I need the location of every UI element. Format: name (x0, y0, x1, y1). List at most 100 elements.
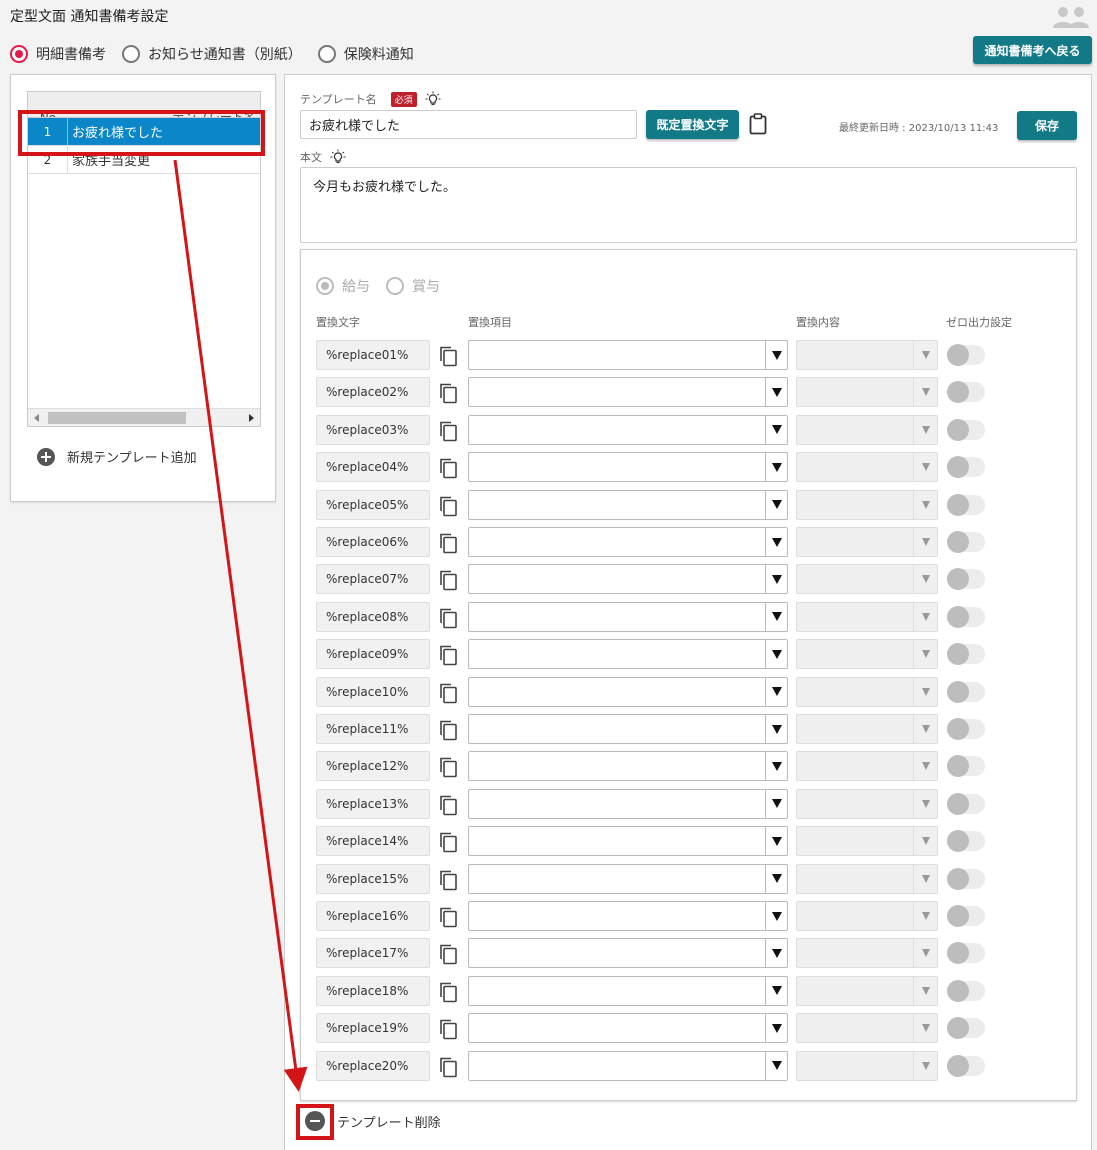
copy-icon[interactable] (438, 1018, 458, 1040)
scrollbar-thumb[interactable] (48, 412, 186, 424)
replace-content-select[interactable] (796, 377, 938, 408)
chevron-down-icon[interactable] (765, 789, 787, 818)
replace-item-select[interactable] (468, 1013, 788, 1044)
chevron-down-icon[interactable] (913, 1014, 937, 1043)
replace-code-field[interactable]: %replace14% (316, 826, 430, 857)
zero-output-toggle[interactable] (947, 942, 985, 965)
replace-content-select[interactable] (796, 340, 938, 370)
chevron-down-icon[interactable] (765, 490, 787, 519)
chevron-down-icon[interactable] (913, 789, 937, 818)
chevron-down-icon[interactable] (765, 902, 787, 930)
zero-output-toggle[interactable] (947, 456, 985, 479)
chevron-down-icon[interactable] (765, 864, 787, 893)
replace-code-field[interactable]: %replace06% (316, 527, 430, 557)
zero-output-toggle[interactable] (947, 792, 985, 815)
replace-content-select[interactable] (796, 901, 938, 931)
chevron-down-icon[interactable] (765, 453, 787, 482)
replace-item-select[interactable] (468, 975, 788, 1006)
replace-item-select[interactable] (468, 788, 788, 819)
copy-icon[interactable] (438, 382, 458, 404)
radio-button[interactable] (386, 277, 404, 295)
replace-item-select[interactable] (468, 414, 788, 445)
zero-output-toggle[interactable] (947, 568, 985, 591)
replace-content-select[interactable] (796, 751, 938, 782)
replace-code-field[interactable]: %replace16% (316, 901, 430, 931)
chevron-down-icon[interactable] (765, 640, 787, 669)
zero-output-toggle[interactable] (947, 905, 985, 927)
replace-content-select[interactable] (796, 1050, 938, 1081)
copy-icon[interactable] (438, 906, 458, 928)
replace-content-select[interactable] (796, 676, 938, 707)
standard-replace-button[interactable]: 既定置換文字 (646, 110, 739, 139)
replace-code-field[interactable]: %replace19% (316, 1013, 430, 1044)
replace-content-select[interactable] (796, 938, 938, 969)
copy-icon[interactable] (438, 682, 458, 704)
replace-content-select[interactable] (796, 639, 938, 670)
replace-item-select[interactable] (468, 938, 788, 969)
save-button[interactable]: 保存 (1017, 111, 1077, 140)
replace-item-select[interactable] (468, 826, 788, 857)
chevron-down-icon[interactable] (765, 528, 787, 556)
zero-output-toggle[interactable] (947, 867, 985, 890)
chevron-down-icon[interactable] (913, 902, 937, 930)
replace-code-field[interactable]: %replace09% (316, 639, 430, 670)
replace-item-select[interactable] (468, 1050, 788, 1081)
replace-item-select[interactable] (468, 714, 788, 744)
zero-output-toggle[interactable] (947, 418, 985, 441)
copy-icon[interactable] (438, 1056, 458, 1078)
scroll-left-icon[interactable] (34, 414, 39, 422)
lightbulb-icon[interactable] (330, 149, 346, 165)
radio-hokenryo[interactable]: 保険料通知 (317, 44, 414, 64)
copy-icon[interactable] (438, 532, 458, 554)
replace-content-select[interactable] (796, 975, 938, 1006)
replace-content-select[interactable] (796, 1013, 938, 1044)
replace-content-select[interactable] (796, 788, 938, 819)
radio-shoyo[interactable]: 賞与 (386, 276, 440, 296)
chevron-down-icon[interactable] (913, 378, 937, 407)
zero-output-toggle[interactable] (947, 680, 985, 703)
zero-output-toggle[interactable] (947, 344, 985, 366)
chevron-down-icon[interactable] (765, 1051, 787, 1080)
body-textarea[interactable]: 今月もお疲れ様でした。 (300, 167, 1077, 243)
replace-content-select[interactable] (796, 826, 938, 857)
chevron-down-icon[interactable] (913, 602, 937, 631)
replace-content-select[interactable] (796, 601, 938, 632)
copy-icon[interactable] (438, 756, 458, 778)
radio-button[interactable] (317, 45, 336, 63)
zero-output-toggle[interactable] (947, 605, 985, 628)
radio-kyuyo[interactable]: 給与 (316, 276, 370, 296)
copy-icon[interactable] (438, 869, 458, 891)
radio-meisai[interactable]: 明細書備考 (10, 44, 106, 64)
replace-content-select[interactable] (796, 414, 938, 445)
copy-icon[interactable] (438, 457, 458, 479)
replace-content-select[interactable] (796, 714, 938, 744)
replace-item-select[interactable] (468, 527, 788, 557)
add-template-button[interactable]: 新規テンプレート追加 (37, 447, 197, 466)
zero-output-toggle[interactable] (947, 1017, 985, 1040)
replace-item-select[interactable] (468, 751, 788, 782)
replace-code-field[interactable]: %replace03% (316, 414, 430, 445)
chevron-down-icon[interactable] (913, 453, 937, 482)
chevron-down-icon[interactable] (765, 976, 787, 1005)
chevron-down-icon[interactable] (765, 677, 787, 706)
chevron-down-icon[interactable] (913, 415, 937, 444)
replace-item-select[interactable] (468, 340, 788, 370)
replace-code-field[interactable]: %replace05% (316, 489, 430, 520)
replace-item-select[interactable] (468, 863, 788, 894)
replace-content-select[interactable] (796, 452, 938, 483)
copy-icon[interactable] (438, 794, 458, 816)
chevron-down-icon[interactable] (765, 827, 787, 856)
chevron-down-icon[interactable] (913, 752, 937, 781)
copy-icon[interactable] (438, 607, 458, 629)
replace-code-field[interactable]: %replace08% (316, 601, 430, 632)
replace-code-field[interactable]: %replace01% (316, 340, 430, 370)
horizontal-scrollbar[interactable] (28, 408, 260, 426)
replace-code-field[interactable]: %replace04% (316, 452, 430, 483)
replace-code-field[interactable]: %replace11% (316, 714, 430, 744)
zero-output-toggle[interactable] (947, 643, 985, 666)
chevron-down-icon[interactable] (913, 640, 937, 669)
users-icon[interactable] (1051, 4, 1091, 28)
replace-item-select[interactable] (468, 564, 788, 595)
chevron-down-icon[interactable] (765, 415, 787, 444)
replace-code-field[interactable]: %replace07% (316, 564, 430, 595)
